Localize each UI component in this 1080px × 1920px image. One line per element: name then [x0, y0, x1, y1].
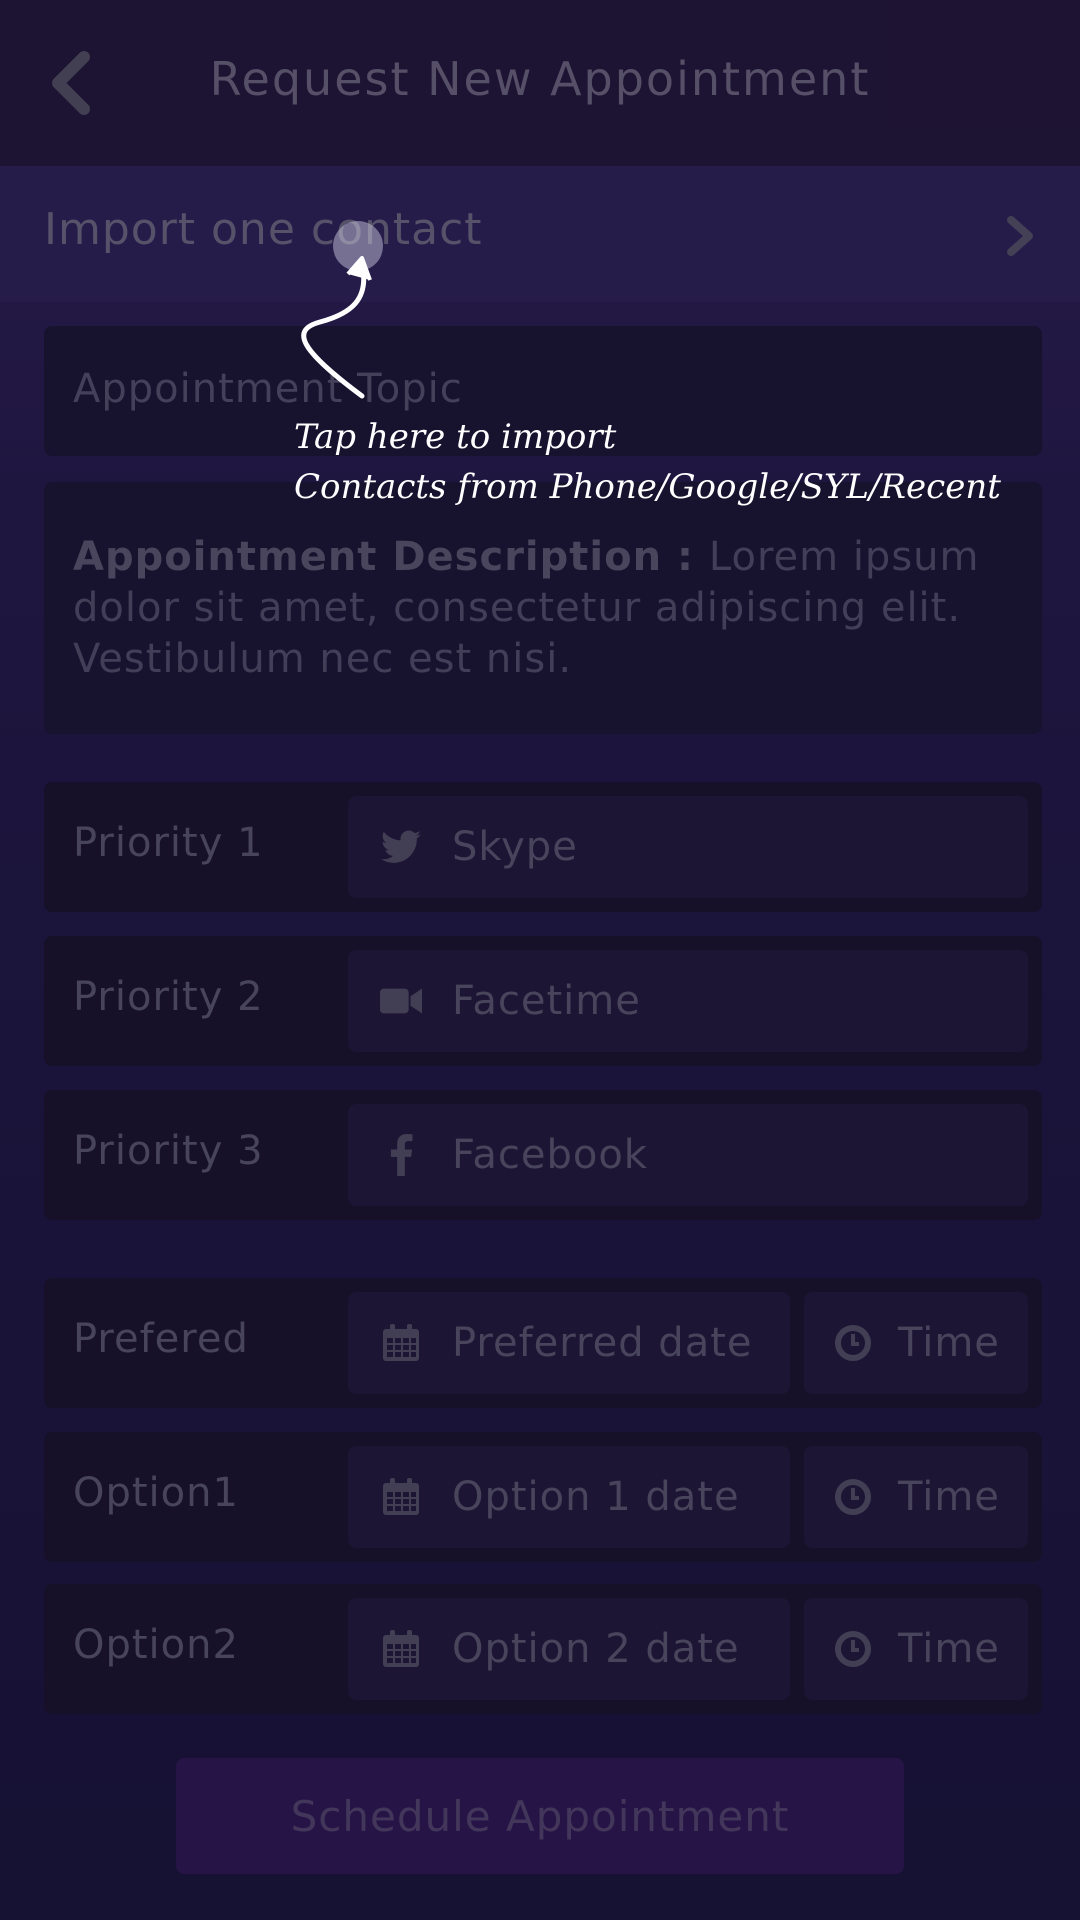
priority-row: Priority 3 Facebook: [44, 1090, 1042, 1220]
time-placeholder: Time: [898, 1626, 1000, 1672]
time-picker-field[interactable]: Time: [804, 1446, 1028, 1548]
date-picker-field[interactable]: Option 1 date: [348, 1446, 790, 1548]
time-placeholder: Time: [898, 1320, 1000, 1366]
video-camera-icon: [380, 980, 422, 1022]
schedule-option-row: Prefered Preferred date Time: [44, 1278, 1042, 1408]
clock-icon: [832, 1322, 874, 1364]
clock-icon: [832, 1628, 874, 1670]
page-title: Request New Appointment: [209, 52, 871, 106]
schedule-option-row: Option1 Option 1 date Time: [44, 1432, 1042, 1562]
priority-value: Facebook: [452, 1132, 648, 1178]
priority-label: Priority 3: [73, 1128, 264, 1174]
hint-line-2: Contacts from Phone/Google/SYL/Recent: [294, 467, 1001, 507]
curved-arrow-icon: [301, 256, 372, 399]
calendar-icon: [380, 1628, 422, 1670]
time-placeholder: Time: [898, 1474, 1000, 1520]
date-placeholder: Option 2 date: [452, 1626, 740, 1672]
date-placeholder: Option 1 date: [452, 1474, 740, 1520]
schedule-appointment-button[interactable]: Schedule Appointment: [176, 1758, 904, 1874]
import-contact-label: Import one contact: [44, 204, 483, 255]
header-bar: Request New Appointment: [0, 0, 1080, 166]
hint-line-1: Tap here to import: [294, 417, 617, 457]
priority-value: Facetime: [452, 978, 641, 1024]
priority-label: Priority 1: [73, 820, 264, 866]
priority-value: Skype: [452, 824, 578, 870]
appointment-description-text: Appointment Description : Lorem ipsum do…: [73, 532, 1023, 685]
schedule-option-label: Option1: [73, 1470, 239, 1516]
priority-row: Priority 1 Skype: [44, 782, 1042, 912]
priority-select[interactable]: Skype: [348, 796, 1028, 898]
date-placeholder: Preferred date: [452, 1320, 753, 1366]
chevron-right-icon: [1007, 216, 1033, 256]
appointment-topic-placeholder: Appointment Topic: [73, 366, 463, 412]
date-picker-field[interactable]: Preferred date: [348, 1292, 790, 1394]
schedule-option-label: Prefered: [73, 1316, 249, 1362]
facebook-icon: [380, 1134, 422, 1176]
priority-row: Priority 2 Facetime: [44, 936, 1042, 1066]
priority-select[interactable]: Facetime: [348, 950, 1028, 1052]
schedule-option-row: Option2 Option 2 date Time: [44, 1584, 1042, 1714]
app-screen: Request New Appointment Import one conta…: [0, 0, 1080, 1920]
date-picker-field[interactable]: Option 2 date: [348, 1598, 790, 1700]
import-hint-text: Tap here to import Contacts from Phone/G…: [294, 412, 1074, 512]
calendar-icon: [380, 1322, 422, 1364]
appointment-description-label: Appointment Description :: [73, 534, 709, 580]
twitter-icon: [380, 826, 422, 868]
time-picker-field[interactable]: Time: [804, 1292, 1028, 1394]
priority-label: Priority 2: [73, 974, 264, 1020]
time-picker-field[interactable]: Time: [804, 1598, 1028, 1700]
clock-icon: [832, 1476, 874, 1518]
calendar-icon: [380, 1476, 422, 1518]
schedule-option-label: Option2: [73, 1622, 239, 1668]
priority-select[interactable]: Facebook: [348, 1104, 1028, 1206]
